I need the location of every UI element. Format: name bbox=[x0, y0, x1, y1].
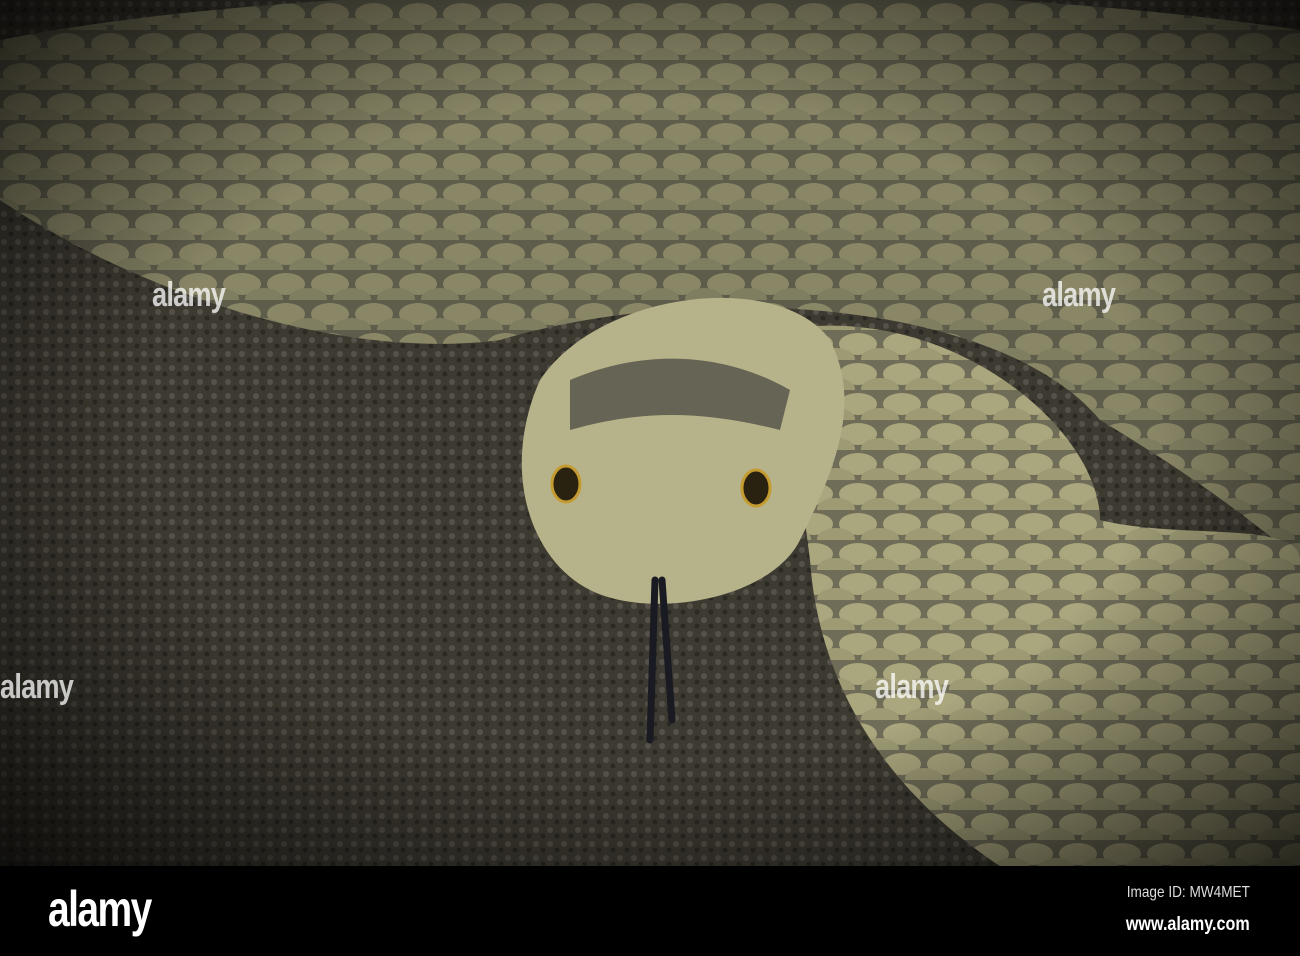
watermark: alamy bbox=[152, 276, 226, 314]
watermark: alamy bbox=[1042, 276, 1116, 314]
footer-bar: alamy Image ID: MW4MET www.alamy.com bbox=[0, 866, 1300, 956]
watermark: alamy bbox=[0, 668, 74, 706]
website-link[interactable]: www.alamy.com bbox=[1126, 914, 1250, 936]
snake-photo: alamy alamy alamy alamy bbox=[0, 0, 1300, 866]
snake-illustration bbox=[0, 0, 1300, 866]
stock-photo: alamy alamy alamy alamy alamy Image ID: … bbox=[0, 0, 1300, 956]
image-id-label: Image ID: MW4MET bbox=[1126, 884, 1250, 901]
alamy-logo: alamy bbox=[48, 881, 152, 937]
watermark: alamy bbox=[875, 668, 949, 706]
